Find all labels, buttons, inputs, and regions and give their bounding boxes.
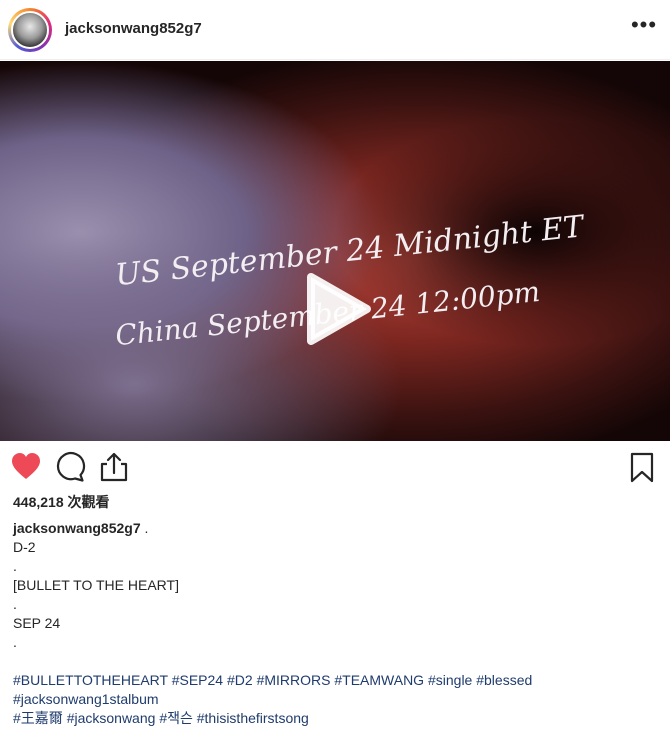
hashtag-link[interactable]: #blessed [476, 672, 532, 688]
caption-line: D-2 [13, 539, 36, 555]
comment-icon[interactable] [54, 450, 86, 484]
bookmark-icon[interactable] [626, 450, 658, 484]
caption-line: . [13, 634, 17, 650]
caption-username-suffix: . [140, 520, 149, 536]
caption-header: jacksonwang852g7 . [13, 519, 653, 538]
avatar-icon[interactable] [11, 11, 49, 49]
play-icon[interactable] [293, 267, 377, 351]
hashtag-link[interactable]: #王嘉爾 [13, 710, 63, 726]
hashtag-link[interactable]: #BULLETTOTHEHEART [13, 672, 168, 688]
hashtag-link[interactable]: #TEAMWANG [334, 672, 424, 688]
hashtag-link[interactable]: #D2 [227, 672, 253, 688]
caption: jacksonwang852g7 . D-2 . [BULLET TO THE … [13, 519, 653, 652]
caption-line: [BULLET TO THE HEART] [13, 577, 179, 593]
caption-line: . [13, 596, 17, 612]
hashtag-link[interactable]: #thisisthefirstsong [197, 710, 309, 726]
hashtag-line-1: #BULLETTOTHEHEART #SEP24 #D2 #MIRRORS #T… [13, 671, 653, 690]
video-frame: US September 24 Midnight ET China Septem… [0, 61, 670, 441]
hashtag-line-2: #jacksonwang1stalbum [13, 690, 653, 709]
share-icon[interactable] [98, 450, 130, 484]
more-options-icon[interactable]: ••• [630, 14, 658, 40]
hashtag-link[interactable]: #SEP24 [172, 672, 223, 688]
hashtag-line-3: #王嘉爾 #jacksonwang #잭슨 #thisisthefirstson… [13, 709, 653, 728]
hashtag-link[interactable]: #jacksonwang1stalbum [13, 691, 159, 707]
caption-username[interactable]: jacksonwang852g7 [13, 520, 141, 536]
hashtags: #BULLETTOTHEHEART #SEP24 #D2 #MIRRORS #T… [13, 671, 653, 728]
hashtag-link[interactable]: #MIRRORS [257, 672, 331, 688]
hashtag-link[interactable]: #잭슨 [159, 710, 193, 726]
hashtag-link[interactable]: #jacksonwang [67, 710, 156, 726]
post-username[interactable]: jacksonwang852g7 [65, 20, 202, 37]
caption-line: . [13, 558, 17, 574]
action-bar [0, 450, 670, 486]
post-header: jacksonwang852g7 ••• [0, 0, 670, 60]
view-count: 448,218 次觀看 [13, 494, 110, 510]
caption-line: SEP 24 [13, 615, 61, 631]
heart-icon[interactable] [10, 450, 42, 484]
video-player[interactable]: US September 24 Midnight ET China Septem… [0, 61, 670, 441]
hashtag-link[interactable]: #single [428, 672, 472, 688]
